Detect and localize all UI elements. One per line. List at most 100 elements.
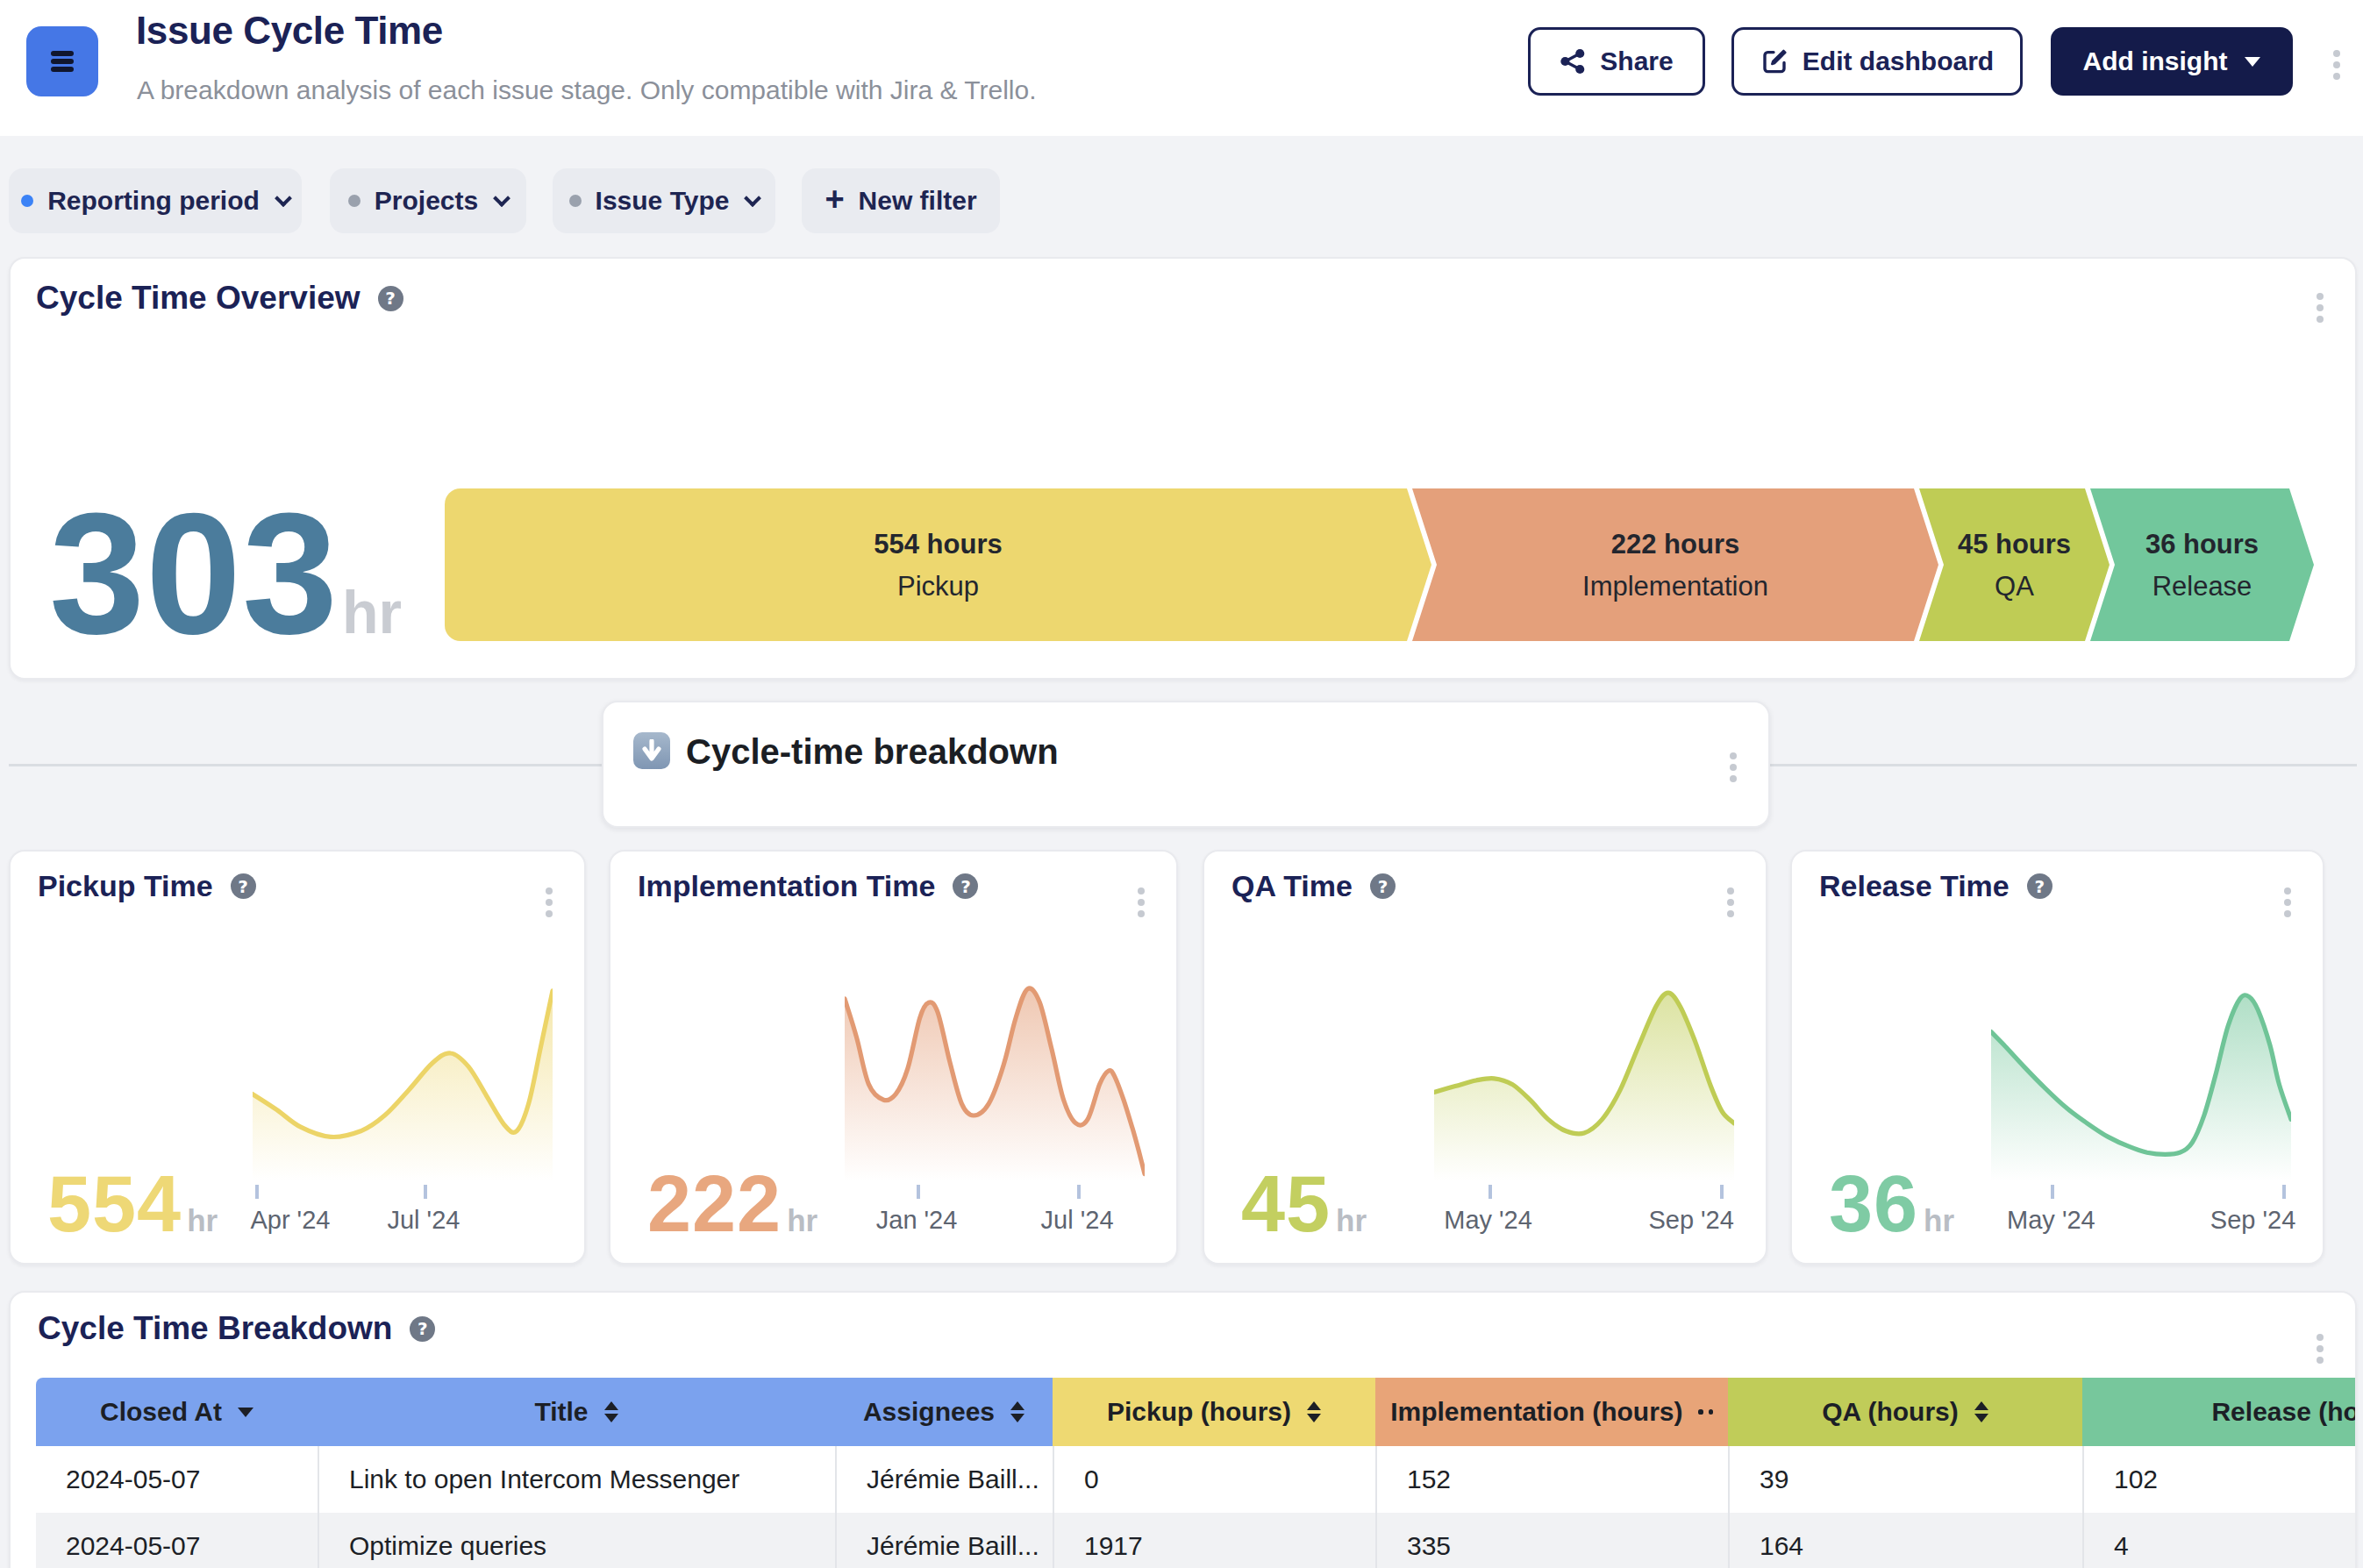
share-icon: [1560, 48, 1586, 75]
column-label: Title: [534, 1397, 588, 1427]
edit-dashboard-button[interactable]: Edit dashboard: [1731, 27, 2023, 96]
column-label: Assignees: [863, 1397, 995, 1427]
add-insight-button[interactable]: Add insight: [2051, 27, 2293, 96]
sparkline-chart: [1434, 983, 1734, 1181]
column-header-closed-at[interactable]: Closed At: [36, 1378, 318, 1446]
axis-tick: [1488, 1185, 1492, 1199]
filter-chip-projects[interactable]: Projects: [330, 168, 526, 233]
chevron-down-icon: [745, 189, 762, 207]
header-kebab-menu[interactable]: [2323, 44, 2351, 86]
page-title: Issue Cycle Time: [136, 9, 443, 53]
stat-card-title: Release Time: [1819, 869, 2010, 903]
column-header-assignees[interactable]: Assignees: [835, 1378, 1053, 1446]
axis-tick: [1077, 1185, 1081, 1199]
funnel-stage-name: Implementation: [1582, 571, 1768, 602]
implementation-time-card: Implementation Time?Jan '24Jul '24222hr: [609, 850, 1178, 1265]
table-cell: 0: [1053, 1446, 1375, 1513]
sort-desc-icon: [238, 1408, 253, 1417]
funnel-stage-hours: 222 hours: [1611, 529, 1739, 559]
funnel-stage-pickup: [445, 488, 1431, 641]
sparkline-chart: [845, 983, 1145, 1181]
filter-chip-label: Issue Type: [596, 186, 730, 216]
table-row[interactable]: 2024-05-07Optimize queriesJérémie Baill.…: [36, 1513, 2357, 1568]
sort-icon: [1010, 1401, 1024, 1422]
help-icon[interactable]: ?: [410, 1316, 435, 1342]
overview-total: 303 hr: [49, 510, 402, 646]
stat-unit: hr: [187, 1203, 218, 1238]
stat-value: 36: [1829, 1175, 1918, 1235]
column-label: Implementation (hours): [1390, 1397, 1682, 1427]
table-row[interactable]: 2024-05-07Link to open Intercom Messenge…: [36, 1446, 2357, 1513]
stat-card-kebab-menu[interactable]: [1718, 881, 1743, 923]
help-icon[interactable]: ?: [953, 873, 978, 899]
funnel-stage-qa: [1919, 488, 2110, 641]
axis-label: Jul '24: [387, 1206, 460, 1235]
table-cell: 1917: [1053, 1513, 1375, 1568]
plus-icon: +: [825, 182, 844, 216]
dashboard-menu-icon[interactable]: [26, 26, 98, 96]
help-icon[interactable]: ?: [1370, 873, 1396, 899]
stat-card-value: 222hr: [647, 1175, 817, 1238]
overview-total-value: 303: [49, 510, 339, 638]
axis-tick: [2282, 1185, 2286, 1199]
help-icon[interactable]: ?: [378, 286, 403, 311]
table-cell: 2024-05-07: [36, 1446, 318, 1513]
help-icon[interactable]: ?: [231, 873, 256, 899]
stat-unit: hr: [787, 1203, 817, 1238]
dashboard-page: Issue Cycle Time A breakdown analysis of…: [0, 0, 2363, 1568]
table-cell: 164: [1728, 1513, 2082, 1568]
overview-kebab-menu[interactable]: [2308, 287, 2332, 329]
sort-dots-icon: [1698, 1409, 1712, 1414]
axis-tick: [424, 1185, 427, 1199]
cycle-time-table: Closed At Title Assignees Pickup (hours) Imp…: [36, 1378, 2357, 1568]
banner-kebab-menu[interactable]: [1721, 746, 1745, 788]
down-arrow-icon: [633, 732, 670, 769]
axis-tick: [2051, 1185, 2054, 1199]
table-cell: 4: [2082, 1513, 2357, 1568]
funnel-stage-hours: 36 hours: [2145, 529, 2259, 559]
stat-card-kebab-menu[interactable]: [2275, 881, 2300, 923]
cycle-time-breakdown-table-card: Cycle Time Breakdown ? Closed At Title Ass…: [9, 1291, 2357, 1568]
axis-label: Sep '24: [2210, 1206, 2295, 1235]
stat-card-value: 554hr: [47, 1175, 218, 1238]
column-header-implementation-hours-[interactable]: Implementation (hours): [1375, 1378, 1728, 1446]
stat-card-value: 36hr: [1829, 1175, 1954, 1238]
stat-value: 45: [1241, 1175, 1331, 1235]
column-header-title[interactable]: Title: [318, 1378, 835, 1446]
share-button[interactable]: Share: [1528, 27, 1705, 96]
table-cell: 102: [2082, 1446, 2357, 1513]
stat-card-kebab-menu[interactable]: [537, 881, 561, 923]
sparkline-chart: [1991, 983, 2291, 1181]
stat-card-value: 45hr: [1241, 1175, 1367, 1238]
table-kebab-menu[interactable]: [2308, 1328, 2332, 1370]
edit-dashboard-label: Edit dashboard: [1803, 46, 1994, 76]
sparkline-chart: [253, 983, 553, 1181]
sort-icon: [604, 1401, 618, 1422]
new-filter-button[interactable]: +New filter: [802, 168, 1000, 233]
page-subtitle: A breakdown analysis of each issue stage…: [137, 75, 1037, 105]
column-header-qa-hours-[interactable]: QA (hours): [1728, 1378, 2082, 1446]
funnel-stage-release: [2090, 488, 2314, 641]
edit-icon: [1760, 47, 1788, 75]
axis-label: Apr '24: [250, 1206, 330, 1235]
filter-chip-reporting-period[interactable]: Reporting period: [9, 168, 302, 233]
column-header-pickup-hours-[interactable]: Pickup (hours): [1053, 1378, 1375, 1446]
filter-chip-label: Reporting period: [47, 186, 260, 216]
table-title: Cycle Time Breakdown: [38, 1310, 392, 1347]
qa-time-card: QA Time?May '24Sep '2445hr: [1203, 850, 1767, 1265]
overview-total-unit: hr: [342, 578, 402, 646]
axis-label: May '24: [1444, 1206, 1532, 1235]
axis-tick: [1720, 1185, 1724, 1199]
table-cell: Jérémie Baill...: [835, 1513, 1053, 1568]
column-header-release-hours-[interactable]: Release (hours): [2082, 1378, 2357, 1446]
sort-icon: [1974, 1401, 1988, 1422]
filter-chip-issue-type[interactable]: Issue Type: [553, 168, 775, 233]
stat-card-title: QA Time: [1231, 869, 1353, 903]
axis-tick: [255, 1185, 259, 1199]
help-icon[interactable]: ?: [2027, 873, 2052, 899]
stat-value: 222: [647, 1175, 782, 1235]
filter-dot-icon: [569, 195, 582, 207]
funnel-stage-name: Pickup: [897, 571, 979, 602]
stat-card-kebab-menu[interactable]: [1129, 881, 1153, 923]
funnel-stage-name: Release: [2152, 571, 2252, 602]
